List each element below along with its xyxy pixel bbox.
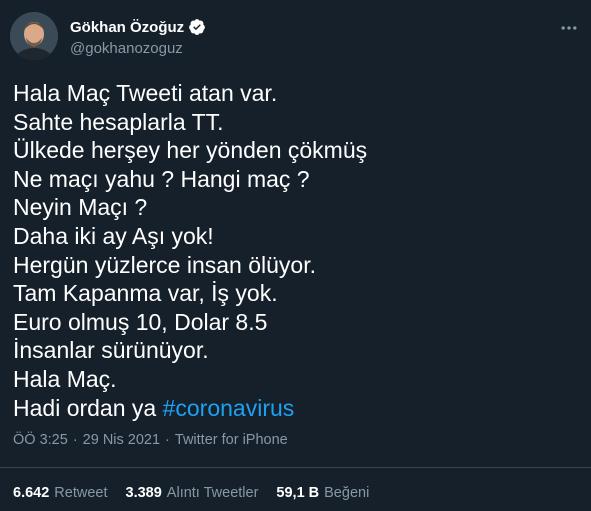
- verified-badge-icon: [188, 18, 206, 36]
- like-count: 59,1 B: [276, 485, 320, 501]
- tweet-line: Tam Kapanma var, İş yok.: [13, 280, 278, 307]
- tweet-meta: ÖÖ 3:25 · 29 Nis 2021 · Twitter for iPho…: [13, 432, 288, 448]
- tweet-line-last: Hadi ordan ya #coronavirus: [13, 394, 573, 423]
- user-handle[interactable]: @gokhanozoguz: [70, 40, 183, 57]
- tweet-text: Hala Maç Tweeti atan var. Sahte hesaplarl…: [13, 79, 573, 422]
- quote-label: Alıntı Tweetler: [166, 485, 259, 501]
- quote-count: 3.389: [125, 485, 162, 501]
- tweet-time[interactable]: ÖÖ 3:25: [13, 432, 68, 448]
- likes-stat[interactable]: 59,1 B Beğeni: [276, 485, 369, 501]
- tweet-line: İnsanlar sürünüyor.: [13, 337, 209, 364]
- tweet-line: Ülkede herşey her yönden çökmüş: [13, 137, 368, 164]
- avatar[interactable]: [10, 12, 58, 60]
- avatar-image: [10, 12, 58, 60]
- tweet-line: Hala Maç Tweeti atan var.: [13, 80, 278, 106]
- quotes-stat[interactable]: 3.389 Alıntı Tweetler: [126, 485, 259, 501]
- divider: [0, 467, 591, 468]
- tweet-date[interactable]: 29 Nis 2021: [83, 432, 160, 448]
- tweet-line: Daha iki ay Aşı yok!: [13, 222, 214, 249]
- retweets-stat[interactable]: 6.642 Retweet: [13, 485, 108, 501]
- retweet-count: 6.642: [13, 485, 50, 501]
- tweet-line: Ne maçı yahu ? Hangi maç ?: [13, 165, 310, 192]
- meta-separator: ·: [165, 432, 170, 448]
- tweet-line: Hergün yüzlerce insan ölüyor.: [13, 251, 316, 278]
- tweet-line: Euro olmuş 10, Dolar 8.5: [13, 308, 268, 335]
- tweet-stats: 6.642 Retweet 3.389 Alıntı Tweetler 59,1…: [13, 485, 387, 501]
- more-options-icon[interactable]: [557, 16, 581, 40]
- meta-separator: ·: [72, 432, 78, 448]
- hashtag-link[interactable]: #coronavirus: [163, 395, 295, 421]
- retweet-label: Retweet: [54, 485, 108, 501]
- tweet-header: Gökhan Özoğuz @gokhanozoguz: [10, 12, 581, 62]
- tweet-line-text: Hadi ordan ya: [13, 394, 163, 421]
- name-row: Gökhan Özoğuz: [70, 18, 206, 36]
- tweet-line: Sahte hesaplarla TT.: [13, 108, 224, 135]
- display-name[interactable]: Gökhan Özoğuz: [70, 19, 184, 36]
- tweet-source[interactable]: Twitter for iPhone: [175, 432, 288, 448]
- tweet-line: Hala Maç.: [13, 365, 117, 392]
- tweet-line: Neyin Maçı ?: [13, 194, 148, 221]
- like-label: Beğeni: [324, 485, 370, 501]
